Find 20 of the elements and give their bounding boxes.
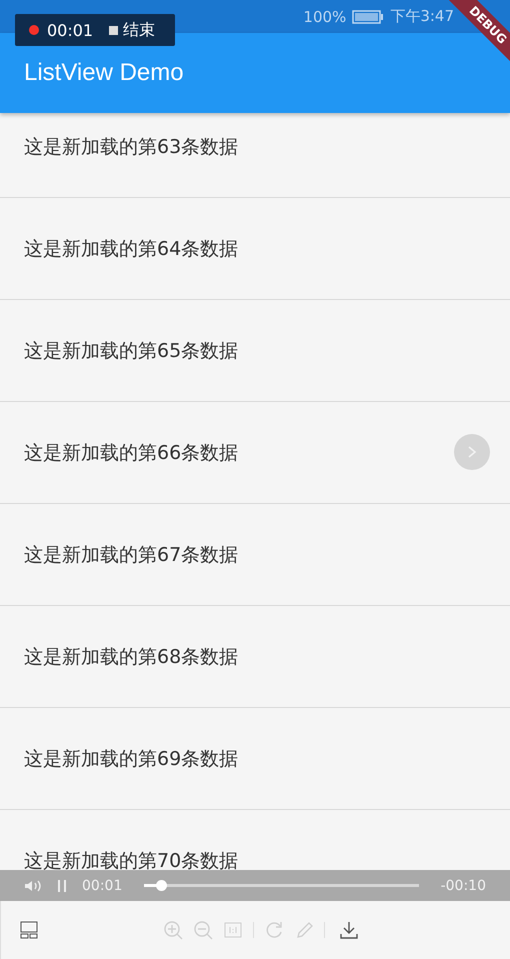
recording-time: 00:01 [47,20,94,40]
list-item[interactable]: 这是新加载的第65条数据 [0,300,510,402]
list-item[interactable]: 这是新加载的第68条数据 [0,606,510,708]
list-item[interactable]: 这是新加载的第67条数据 [0,504,510,606]
app-title: ListView Demo [24,59,184,87]
list-item[interactable]: 这是新加载的第69条数据 [0,708,510,810]
list-item[interactable]: 这是新加载的第64条数据 [0,198,510,300]
recording-dot-icon [29,25,39,35]
stop-recording-button[interactable]: 结束 [109,20,156,40]
layout-icon[interactable] [19,920,39,940]
clock: 下午3:47 [390,7,454,26]
elapsed-time: 00:01 [82,878,122,894]
battery-percent: 100% [303,8,346,26]
pause-icon[interactable] [56,878,68,892]
chevron-right-icon [466,445,478,459]
volume-icon[interactable] [24,878,42,892]
list-item[interactable]: 这是新加载的第63条数据 [0,113,510,198]
battery-icon [352,10,384,24]
download-icon[interactable] [338,920,358,940]
remaining-time: -00:10 [440,878,486,894]
